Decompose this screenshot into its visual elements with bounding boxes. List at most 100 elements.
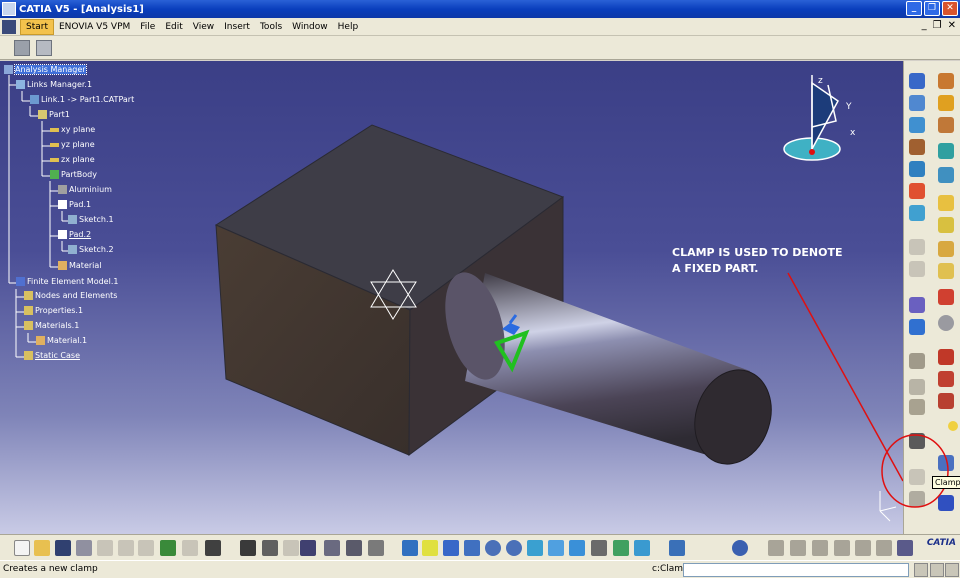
zoom-out-icon[interactable] [506, 540, 522, 556]
tree-node-material[interactable]: Material [58, 261, 102, 270]
tree-node-links-manager[interactable]: Links Manager.1 [16, 80, 92, 89]
formula-icon[interactable] [240, 540, 256, 556]
blue-disc-icon[interactable] [909, 319, 925, 335]
force-icon[interactable] [938, 393, 954, 409]
tree-node-aluminium[interactable]: Aluminium [58, 185, 112, 194]
sun-icon[interactable] [948, 421, 958, 431]
rotate-view-icon[interactable] [464, 540, 480, 556]
hide-show-icon[interactable] [613, 540, 629, 556]
tree-node-yz-plane[interactable]: yz plane [50, 140, 95, 149]
analysis-tool-3-icon[interactable] [812, 540, 828, 556]
fly-icon[interactable] [402, 540, 418, 556]
doc-close-button[interactable]: ✕ [948, 20, 956, 31]
open-icon[interactable] [34, 540, 50, 556]
load-icon[interactable] [938, 371, 954, 387]
paste-icon[interactable] [138, 540, 154, 556]
tree-node-fem[interactable]: Finite Element Model.1 [16, 277, 118, 286]
tree-node-analysis-manager[interactable]: Analysis Manager [4, 64, 87, 75]
menu-window[interactable]: Window [287, 19, 333, 35]
pan-icon[interactable] [443, 540, 459, 556]
scroll-icon[interactable] [909, 399, 925, 415]
status-button-2[interactable] [930, 563, 944, 577]
close-button[interactable]: ✕ [942, 1, 958, 16]
status-button-3[interactable] [945, 563, 959, 577]
tree-node-sketch2[interactable]: Sketch.2 [68, 245, 114, 254]
part-tool-icon[interactable] [909, 297, 925, 313]
tree-view-icon[interactable] [669, 540, 685, 556]
mesh-icon[interactable] [909, 73, 925, 89]
sheet-icon[interactable] [938, 263, 954, 279]
tools-icon[interactable] [909, 139, 925, 155]
tree-node-link[interactable]: Link.1 -> Part1.CATPart [30, 95, 134, 104]
save-icon[interactable] [55, 540, 71, 556]
restore-button[interactable]: ❐ [924, 1, 940, 16]
doc-restore-button[interactable]: ❐ [933, 20, 942, 31]
compute-icon[interactable] [897, 540, 913, 556]
status-button-1[interactable] [914, 563, 928, 577]
menu-view[interactable]: View [188, 19, 219, 35]
minimize-button[interactable]: _ [906, 1, 922, 16]
analysis-tool-4-icon[interactable] [834, 540, 850, 556]
analysis-icon[interactable] [36, 39, 52, 56]
tree-node-material1[interactable]: Material.1 [36, 336, 87, 345]
tree-node-sketch1[interactable]: Sketch.1 [68, 215, 114, 224]
analysis-tool-6-icon[interactable] [876, 540, 892, 556]
pyramid-icon[interactable] [938, 143, 954, 159]
create-window-icon[interactable] [548, 540, 564, 556]
analysis-tool-2-icon[interactable] [790, 540, 806, 556]
hand-icon[interactable] [909, 239, 925, 255]
iso-view-icon[interactable] [569, 540, 585, 556]
tree-node-zx-plane[interactable]: zx plane [50, 155, 95, 164]
analysis-tool-5-icon[interactable] [855, 540, 871, 556]
tree-node-nodes-elements[interactable]: Nodes and Elements [24, 291, 117, 300]
tree-node-pad1[interactable]: Pad.1 [58, 200, 91, 209]
bulb-small-icon[interactable] [283, 540, 299, 556]
help-icon[interactable] [205, 540, 221, 556]
command-input[interactable] [683, 563, 909, 577]
property-icon[interactable] [909, 95, 925, 111]
fit-all-icon[interactable] [422, 540, 438, 556]
sphere-icon[interactable] [938, 315, 954, 331]
menu-tools[interactable]: Tools [255, 19, 287, 35]
menu-file[interactable]: File [135, 19, 160, 35]
gear-icon[interactable] [938, 95, 954, 111]
red-green-icon[interactable] [938, 289, 954, 305]
menu-start[interactable]: Start [20, 18, 54, 35]
menu-insert[interactable]: Insert [219, 19, 255, 35]
doc-minimize-button[interactable]: _ [922, 20, 927, 31]
cut-icon[interactable] [97, 540, 113, 556]
plate-icon[interactable] [938, 217, 954, 233]
list-icon[interactable] [909, 353, 925, 369]
tree-node-xy-plane[interactable]: xy plane [50, 125, 95, 134]
render-style-icon[interactable] [591, 540, 607, 556]
knowledge-icon[interactable] [262, 540, 278, 556]
new-icon[interactable] [14, 540, 30, 556]
bug-icon[interactable] [938, 349, 954, 365]
render-icon[interactable] [938, 117, 954, 133]
copy-icon[interactable] [118, 540, 134, 556]
tree-node-static-case[interactable]: Static Case [24, 351, 80, 360]
menu-help[interactable]: Help [333, 19, 364, 35]
pyramid-alt-icon[interactable] [938, 167, 954, 183]
print-icon[interactable] [76, 540, 92, 556]
angle-icon[interactable] [909, 379, 925, 395]
catalog-icon[interactable] [346, 540, 362, 556]
tree-node-materials[interactable]: Materials.1 [24, 321, 79, 330]
globe-icon[interactable] [909, 161, 925, 177]
normal-view-icon[interactable] [527, 540, 543, 556]
zoom-in-icon[interactable] [485, 540, 501, 556]
tree-icon[interactable] [368, 540, 384, 556]
undo-icon[interactable] [160, 540, 176, 556]
tree-node-part1[interactable]: Part1 [38, 110, 70, 119]
3d-viewport[interactable]: z Y x Analysis Manager Links Manager.1 L… [0, 61, 903, 534]
document-icon[interactable] [2, 19, 16, 34]
menu-edit[interactable]: Edit [160, 19, 187, 35]
grey-tool-icon[interactable] [909, 261, 925, 277]
layers-icon[interactable] [909, 205, 925, 221]
tree-node-properties[interactable]: Properties.1 [24, 306, 83, 315]
cube-icon[interactable] [938, 195, 954, 211]
stack-icon[interactable] [938, 241, 954, 257]
macro-icon[interactable] [324, 540, 340, 556]
tree-node-pad2[interactable]: Pad.2 [58, 230, 91, 239]
search-icon[interactable] [732, 540, 748, 556]
